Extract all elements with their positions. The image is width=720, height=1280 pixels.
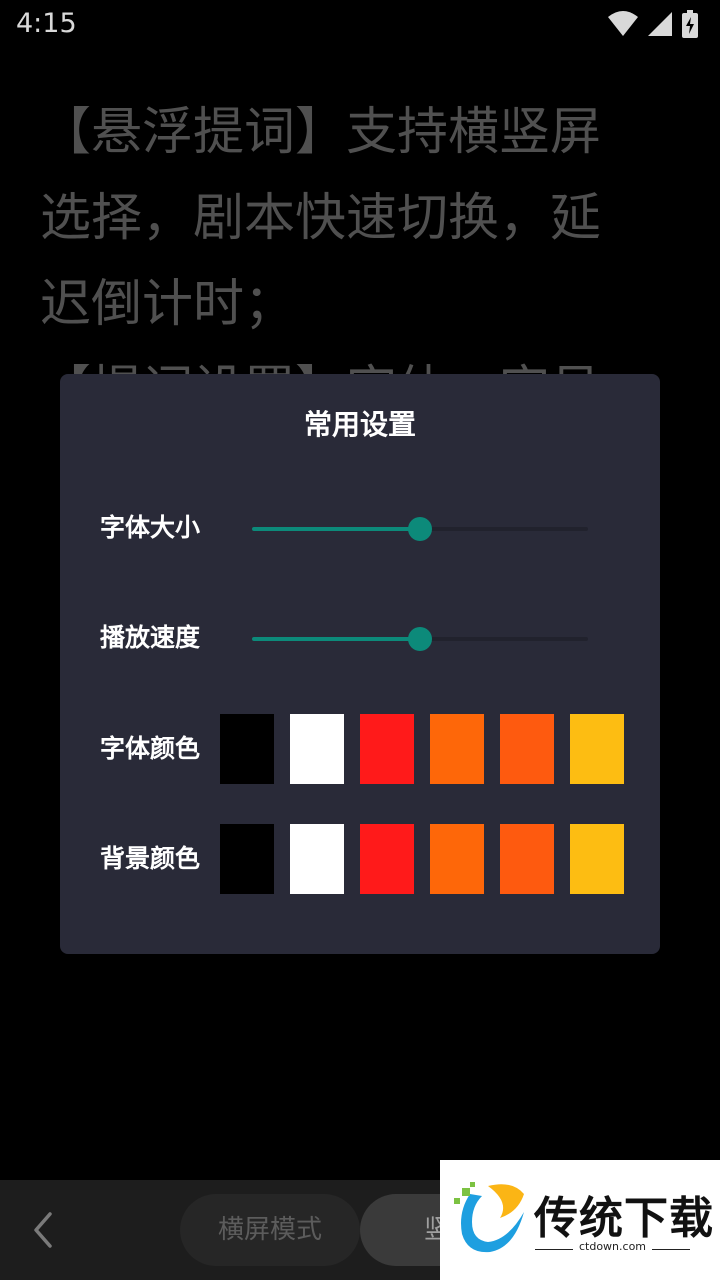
watermark: 传统下载 ctdown.com — [440, 1160, 720, 1280]
color-swatch[interactable] — [500, 824, 554, 894]
slider-fill — [252, 527, 420, 531]
back-icon[interactable] — [24, 1208, 64, 1252]
font-size-slider[interactable] — [252, 514, 588, 544]
watermark-url: ctdown.com — [578, 1240, 647, 1253]
watermark-brand: 传统下载 — [534, 1193, 714, 1244]
font-color-label: 字体颜色 — [100, 734, 201, 763]
bg-color-swatches — [220, 824, 624, 894]
color-swatch[interactable] — [500, 714, 554, 784]
play-speed-label: 播放速度 — [100, 623, 201, 652]
font-color-swatches — [220, 714, 624, 784]
color-swatch[interactable] — [290, 714, 344, 784]
font-size-label: 字体大小 — [100, 513, 201, 542]
color-swatch[interactable] — [570, 824, 624, 894]
color-swatch[interactable] — [570, 714, 624, 784]
landscape-mode-button[interactable]: 横屏模式 — [180, 1194, 360, 1266]
play-speed-slider[interactable] — [252, 624, 588, 654]
color-swatch[interactable] — [220, 714, 274, 784]
divider — [652, 1249, 690, 1250]
slider-thumb[interactable] — [408, 627, 432, 651]
color-swatch[interactable] — [360, 714, 414, 784]
color-swatch[interactable] — [220, 824, 274, 894]
color-swatch[interactable] — [430, 824, 484, 894]
slider-thumb[interactable] — [408, 517, 432, 541]
bg-color-label: 背景颜色 — [100, 844, 201, 873]
dialog-title: 常用设置 — [303, 408, 416, 441]
slider-fill — [252, 637, 420, 641]
watermark-logo-icon — [448, 1182, 528, 1264]
color-swatch[interactable] — [290, 824, 344, 894]
color-swatch[interactable] — [360, 824, 414, 894]
color-swatch[interactable] — [430, 714, 484, 784]
